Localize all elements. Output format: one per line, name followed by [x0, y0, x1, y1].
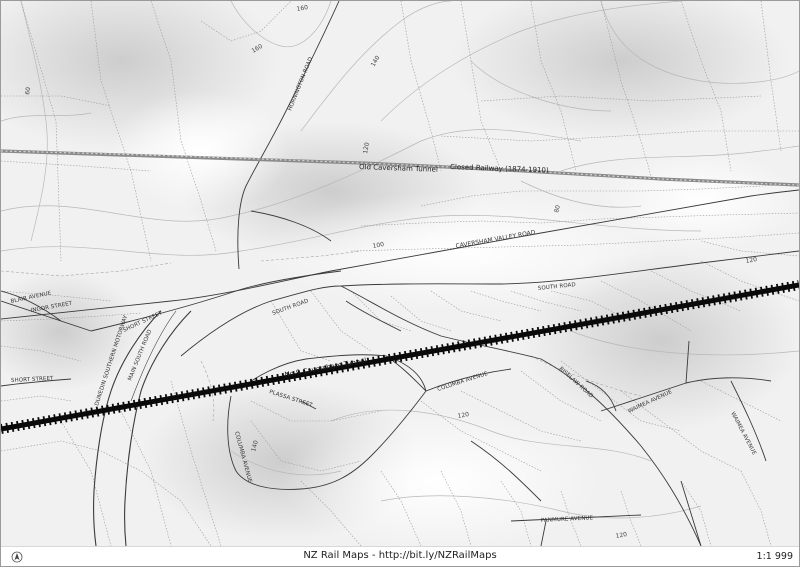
hillshade-layer [1, 1, 799, 546]
map-svg[interactable]: 160 160 140 120 100 80 60 120 140 120 12… [1, 1, 799, 546]
map-footer: NZ Rail Maps - http://bit.ly/NZRailMaps … [1, 546, 799, 566]
contour-label: 60 [24, 86, 32, 95]
map-window: 160 160 140 120 100 80 60 120 140 120 12… [0, 0, 800, 567]
scale-readout: 1:1 999 [756, 551, 793, 562]
map-canvas[interactable]: 160 160 140 120 100 80 60 120 140 120 12… [1, 1, 799, 546]
attribution-link[interactable]: NZ Rail Maps - http://bit.ly/NZRailMaps [1, 550, 799, 561]
